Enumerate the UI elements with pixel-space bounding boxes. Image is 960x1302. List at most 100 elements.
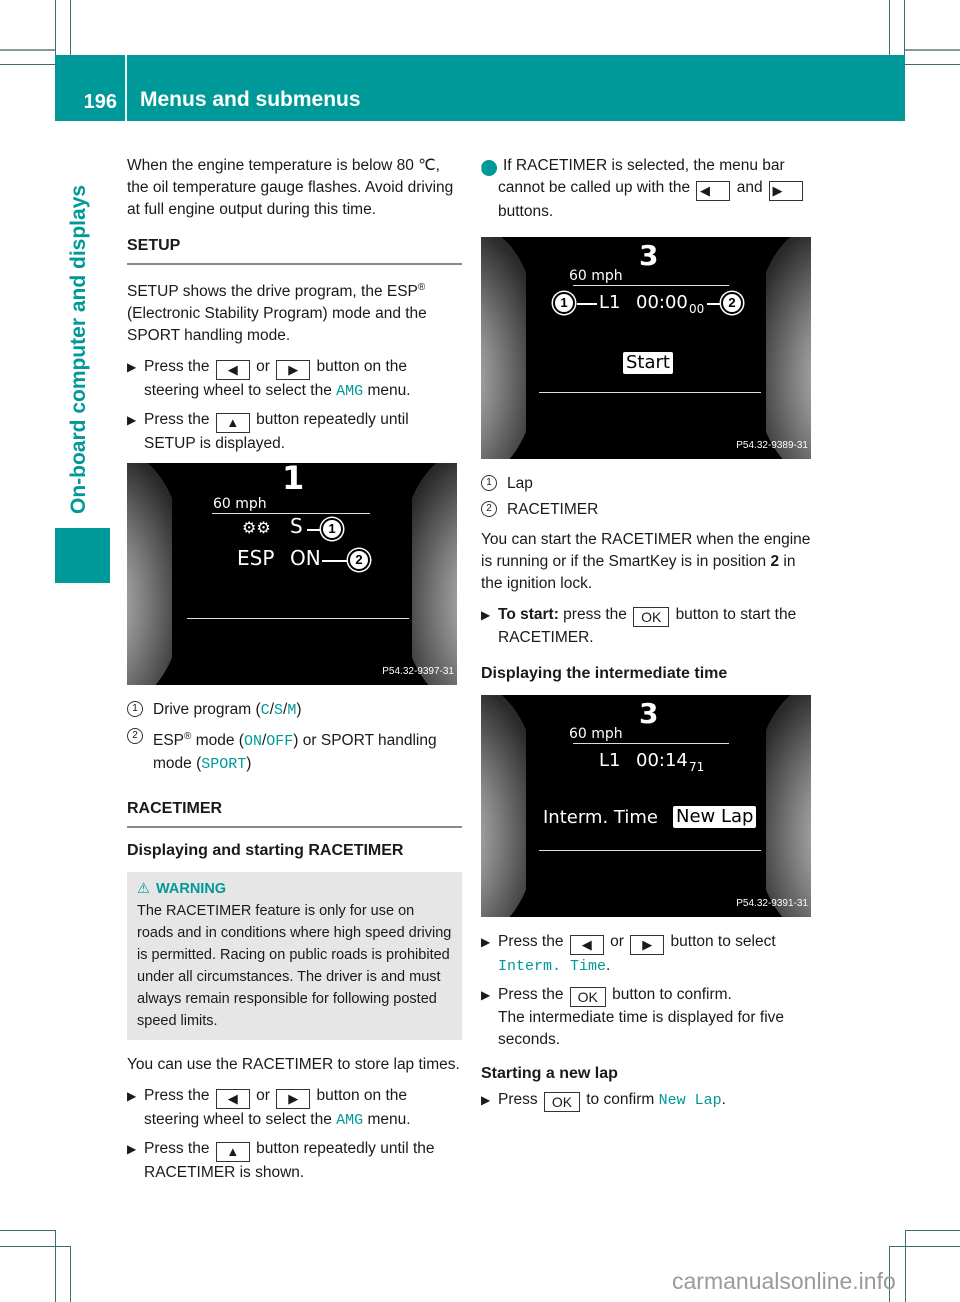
start-option: Start <box>623 352 673 374</box>
crop-mark <box>905 49 960 51</box>
callout-1: 1 <box>553 292 575 314</box>
racetimer-step-repeat: ▶ Press the ▲ button repeatedly until th… <box>127 1140 435 1182</box>
drive-program-icon: ⚙⚙ <box>242 518 271 538</box>
racetimer-step-select-amg: ▶ Press the ◀ or ▶ button on the steerin… <box>127 1087 411 1130</box>
left-key-icon: ◀ <box>215 360 250 381</box>
crop-mark <box>0 1230 55 1231</box>
interm-time-option: Interm. Time <box>543 807 658 828</box>
drive-program-value: S <box>290 514 303 539</box>
right-column: i If RACETIMER is selected, the menu bar … <box>479 155 816 1118</box>
step-arrow-icon: ▶ <box>481 988 491 1002</box>
setup-display-image: 60 mph 1 ⚙⚙ S 1 ESP ON 2 P54.32-9397-31 <box>127 463 457 686</box>
new-lap-step: ▶ Press OK to confirm New Lap. <box>481 1091 726 1112</box>
crop-mark <box>70 1246 71 1302</box>
intermediate-time-display-image: 60 mph 3 L1 00:14 71 Interm. Time New La… <box>481 695 811 917</box>
speed-readout: 60 mph <box>569 268 623 284</box>
confirm-step: ▶ Press the OK button to confirm. The in… <box>481 986 785 1048</box>
ok-key-icon: OK <box>543 1092 580 1112</box>
legend-item-esp-mode: 2 ESP® mode (ON/OFF) or SPORT handling m… <box>127 726 462 776</box>
legend-item-racetimer: 2 RACETIMER <box>481 499 816 521</box>
racetimer-start-display-image: 60 mph 3 1 L1 00:00 00 2 Start P54.32-93… <box>481 237 811 459</box>
racetimer-time-hundredths: 00 <box>689 302 705 316</box>
left-key-icon: ◀ <box>215 1089 250 1110</box>
left-column: When the engine temperature is below 80 … <box>127 155 462 1190</box>
legend-item-lap: 1 Lap <box>481 473 816 495</box>
racetimer-time-hundredths: 71 <box>689 760 705 774</box>
crop-mark <box>905 1230 960 1231</box>
callout-2: 2 <box>721 292 743 314</box>
setup-description: SETUP shows the drive program, the ESP® … <box>127 282 427 345</box>
amg-menu-label: AMG <box>336 383 364 401</box>
step-arrow-icon: ▶ <box>127 413 137 428</box>
setup-heading: SETUP <box>127 235 462 265</box>
right-key-icon: ▶ <box>276 1089 311 1110</box>
setup-step-select-amg: ▶ Press the ◀ or ▶ button on the steerin… <box>127 358 411 401</box>
page-number: 196 <box>83 91 117 113</box>
gear-indicator: 1 <box>282 463 305 498</box>
callout-1: 1 <box>321 518 343 541</box>
racetimer-subheading: Displaying and starting RACETIMER <box>127 842 404 860</box>
start-conditions: You can start the RACETIMER when the eng… <box>481 531 811 592</box>
right-key-icon: ▶ <box>276 360 311 381</box>
interm-time-label: Interm. Time <box>498 958 607 975</box>
racetimer-heading: RACETIMER <box>127 798 462 829</box>
racetimer-usage: You can use the RACETIMER to store lap t… <box>127 1056 460 1074</box>
image-code: P54.32-9391-31 <box>736 898 808 909</box>
section-title: Menus and submenus <box>140 88 361 111</box>
right-key-icon: ▶ <box>768 181 803 201</box>
chapter-tab-marker <box>55 528 110 583</box>
step-arrow-icon: ▶ <box>481 608 491 622</box>
chapter-tab-label: On-board computer and displays <box>67 184 90 514</box>
info-note: i If RACETIMER is selected, the menu bar … <box>479 155 816 223</box>
header-divider <box>125 55 127 121</box>
lap-indicator: L1 <box>599 292 621 313</box>
left-key-icon: ◀ <box>696 181 731 201</box>
warning-title: WARNING <box>156 881 227 898</box>
intro-paragraph: When the engine temperature is below 80 … <box>127 157 454 218</box>
crop-mark <box>55 0 56 55</box>
racetimer-time: 00:00 <box>636 292 688 313</box>
crop-mark <box>905 64 960 65</box>
esp-label: ESP <box>237 546 275 571</box>
to-start-step: ▶ To start: press the OK button to start… <box>481 606 797 646</box>
image-code: P54.32-9397-31 <box>382 666 454 678</box>
up-key-icon: ▲ <box>215 413 250 434</box>
crop-mark <box>0 1246 70 1247</box>
warning-text: The RACETIMER feature is only for use on… <box>137 903 452 1030</box>
ok-key-icon: OK <box>633 607 670 627</box>
new-lap-option: New Lap <box>673 806 757 828</box>
ok-key-icon: OK <box>569 987 606 1007</box>
crop-mark <box>904 0 905 55</box>
crop-mark <box>70 0 71 55</box>
info-icon: i <box>479 160 497 176</box>
legend-item-drive-program: 1 Drive program (C/S/M) <box>127 699 462 722</box>
amg-menu-label: AMG <box>336 1112 364 1130</box>
right-key-icon: ▶ <box>630 935 665 955</box>
setup-step-repeat: ▶ Press the ▲ button repeatedly until SE… <box>127 411 409 453</box>
step-arrow-icon: ▶ <box>481 935 491 949</box>
warning-triangle-icon: ⚠ <box>137 881 150 898</box>
speed-readout: 60 mph <box>213 496 267 513</box>
step-arrow-icon: ▶ <box>127 1142 137 1157</box>
callout-2: 2 <box>348 549 370 572</box>
image-code: P54.32-9389-31 <box>736 440 808 451</box>
up-key-icon: ▲ <box>215 1142 250 1163</box>
left-key-icon: ◀ <box>569 935 604 955</box>
crop-mark <box>55 1230 56 1302</box>
step-arrow-icon: ▶ <box>481 1093 491 1107</box>
gear-indicator: 3 <box>639 697 659 730</box>
new-lap-label: New Lap <box>658 1092 722 1109</box>
crop-mark <box>889 0 890 55</box>
racetimer-time: 00:14 <box>636 750 688 771</box>
step-arrow-icon: ▶ <box>127 1089 137 1104</box>
crop-mark <box>889 1246 960 1247</box>
warning-box: ⚠ WARNING The RACETIMER feature is only f… <box>127 872 462 1041</box>
watermark: carmanualsonline.info <box>672 1268 896 1294</box>
crop-mark <box>905 1230 906 1302</box>
crop-mark <box>0 49 55 51</box>
select-interm-time-step: ▶ Press the ◀ or ▶ button to select Inte… <box>481 933 776 975</box>
lap-indicator: L1 <box>599 750 621 771</box>
step-arrow-icon: ▶ <box>127 360 137 375</box>
esp-value: ON <box>290 546 321 571</box>
new-lap-heading: Starting a new lap <box>481 1065 618 1082</box>
